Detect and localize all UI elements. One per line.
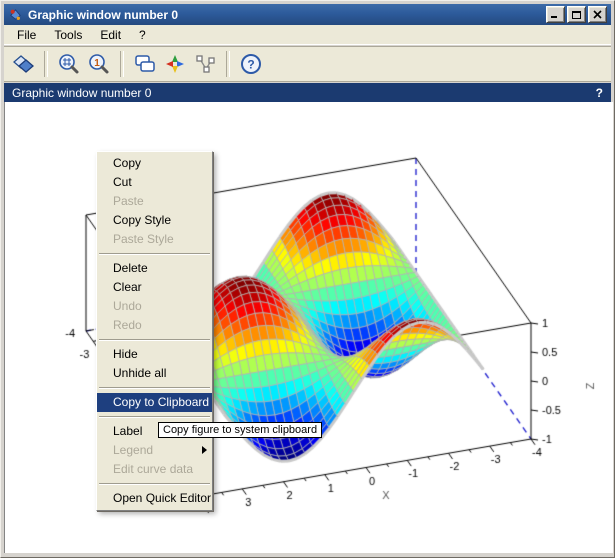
colormap-icon	[163, 52, 187, 76]
svg-text:1: 1	[94, 58, 100, 69]
app-icon	[8, 7, 23, 22]
menu-item-copy[interactable]: Copy	[97, 154, 212, 173]
figure-help-button[interactable]: ?	[596, 86, 603, 100]
zoom-area-icon	[57, 52, 81, 76]
menu-item-unhide-all[interactable]: Unhide all	[97, 364, 212, 383]
menu-item-copy-style[interactable]: Copy Style	[97, 211, 212, 230]
menu-item-copy-to-clipboard[interactable]: Copy to Clipboard	[97, 393, 212, 412]
menu-separator	[99, 416, 210, 418]
menu-item-redo: Redo	[97, 316, 212, 335]
menu-tools[interactable]: Tools	[45, 26, 91, 44]
context-menu: Copy Cut Paste Copy Style Paste Style De…	[96, 151, 213, 511]
rotate-button[interactable]	[8, 49, 38, 79]
maximize-button[interactable]	[567, 6, 586, 23]
menu-file[interactable]: File	[8, 26, 45, 44]
minimize-icon	[551, 10, 561, 19]
menu-item-edit-curve-data: Edit curve data	[97, 460, 212, 479]
close-icon	[593, 10, 602, 19]
menu-item-open-quick-editor[interactable]: Open Quick Editor	[97, 489, 212, 508]
figure-header: Graphic window number 0 ?	[4, 83, 611, 102]
menu-bar: File Tools Edit ?	[4, 25, 611, 45]
zoom-reset-button[interactable]: 1	[84, 49, 114, 79]
menu-item-legend: Legend	[97, 441, 212, 460]
menu-item-delete[interactable]: Delete	[97, 259, 212, 278]
window-title: Graphic window number 0	[28, 8, 178, 22]
menu-item-clear[interactable]: Clear	[97, 278, 212, 297]
title-bar[interactable]: Graphic window number 0	[4, 4, 611, 25]
menu-item-cut[interactable]: Cut	[97, 173, 212, 192]
ged-button[interactable]	[130, 49, 160, 79]
menu-item-paste-style: Paste Style	[97, 230, 212, 249]
menu-separator	[99, 253, 210, 255]
toolbar-separator	[120, 51, 124, 77]
menu-item-hide[interactable]: Hide	[97, 345, 212, 364]
menu-item-undo: Undo	[97, 297, 212, 316]
svg-text:?: ?	[247, 58, 254, 72]
toolbar-separator	[226, 51, 230, 77]
maximize-icon	[572, 10, 582, 19]
menu-separator	[99, 483, 210, 485]
toolbar-separator	[44, 51, 48, 77]
graphic-window: Graphic window number 0 File Tools Edit …	[0, 0, 615, 558]
help-button[interactable]: ?	[236, 49, 266, 79]
menu-help[interactable]: ?	[130, 26, 155, 44]
colormap-button[interactable]	[160, 49, 190, 79]
toolbar: 1	[4, 46, 611, 82]
submenu-arrow-icon	[202, 446, 207, 454]
figure-header-title: Graphic window number 0	[12, 86, 151, 100]
dialogs-icon	[133, 52, 157, 76]
zoom-area-button[interactable]	[54, 49, 84, 79]
datatips-icon	[193, 52, 217, 76]
menu-item-paste: Paste	[97, 192, 212, 211]
menu-separator	[99, 339, 210, 341]
rotate-icon	[11, 52, 35, 76]
zoom-reset-icon: 1	[87, 52, 111, 76]
minimize-button[interactable]	[546, 6, 565, 23]
close-button[interactable]	[588, 6, 607, 23]
tooltip: Copy figure to system clipboard	[158, 422, 322, 438]
help-icon: ?	[239, 52, 263, 76]
menu-separator	[99, 387, 210, 389]
menu-edit[interactable]: Edit	[91, 26, 130, 44]
datatips-button[interactable]	[190, 49, 220, 79]
